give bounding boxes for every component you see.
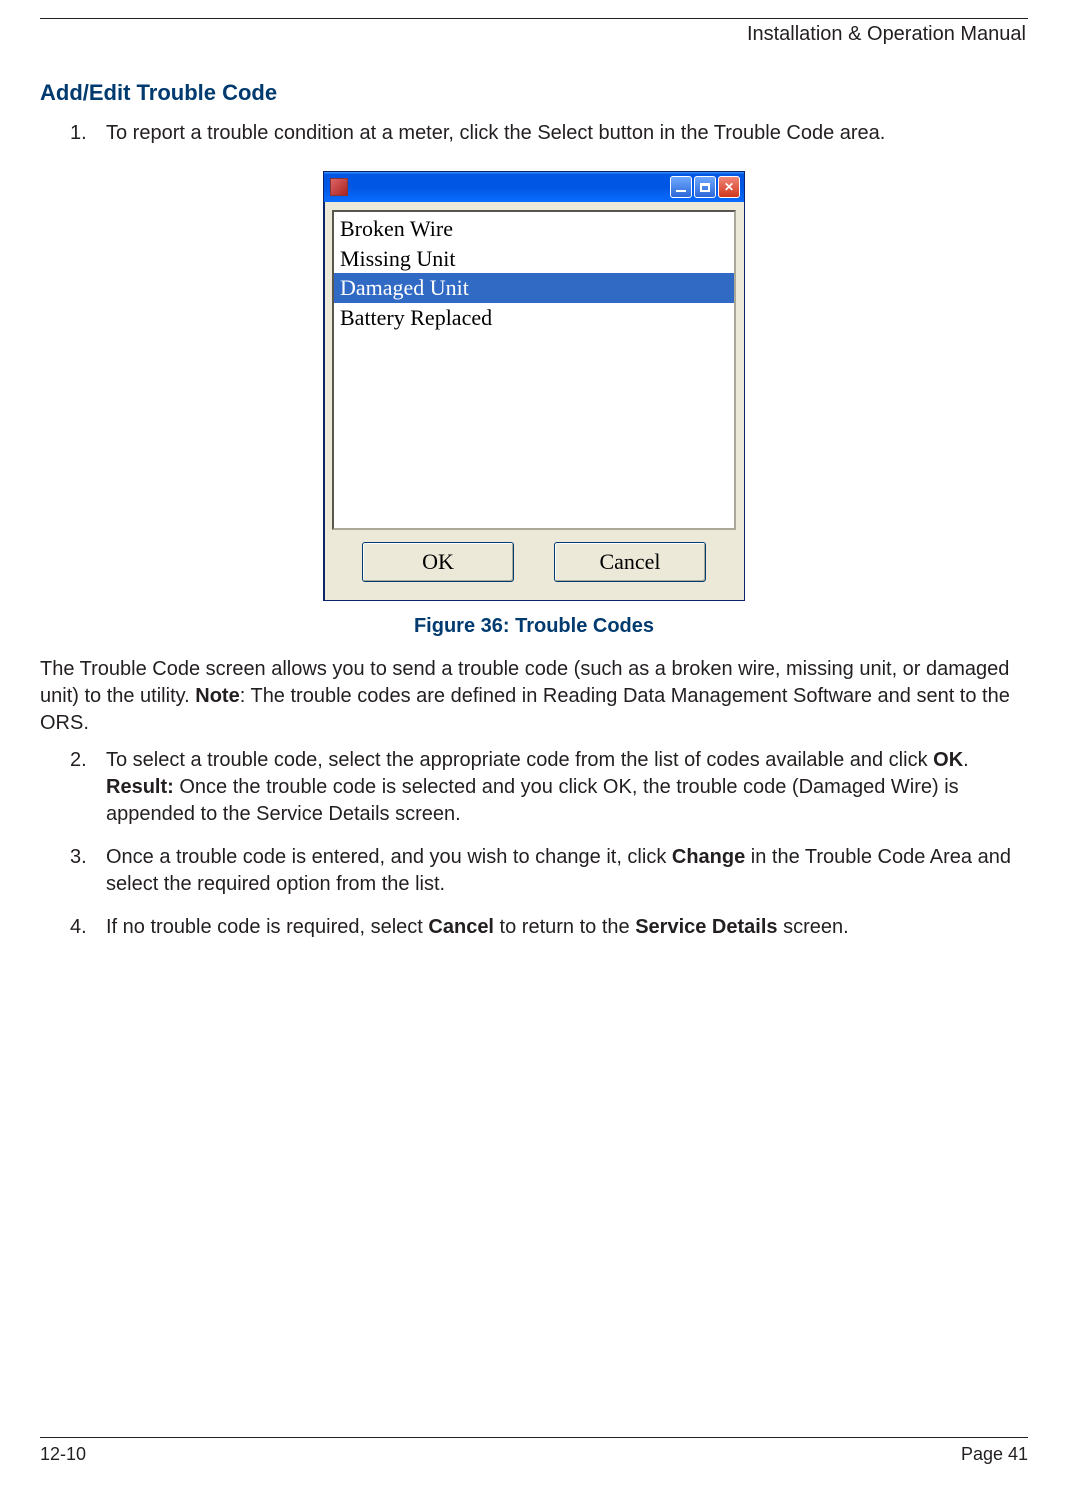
figure-caption: Figure 36: Trouble Codes [40, 615, 1028, 638]
list-item[interactable]: Broken Wire [334, 214, 734, 244]
trouble-code-listbox[interactable]: Broken Wire Missing Unit Damaged Unit Ba… [332, 210, 736, 530]
list-item: 2. To select a trouble code, select the … [70, 747, 1028, 828]
list-item: 1. To report a trouble condition at a me… [70, 120, 1028, 147]
footer-row: 12-10 Page 41 [40, 1444, 1028, 1465]
step-text: Once a trouble code is entered, and you … [106, 844, 1028, 898]
text: If no trouble code is required, select [106, 916, 428, 938]
maximize-button[interactable] [694, 176, 716, 198]
list-item: 4. If no trouble code is required, selec… [70, 914, 1028, 941]
dialog-button-row: OK Cancel [332, 530, 736, 592]
text: Once a trouble code is entered, and you … [106, 846, 672, 868]
cancel-ref: Cancel [428, 916, 494, 938]
list-item: 3. Once a trouble code is entered, and y… [70, 844, 1028, 898]
cancel-button[interactable]: Cancel [554, 542, 706, 582]
step-text: If no trouble code is required, select C… [106, 914, 1028, 941]
page-footer: 12-10 Page 41 [40, 1437, 1028, 1465]
ok-ref: OK [933, 749, 963, 771]
minimize-icon [676, 190, 686, 192]
result-label: Result: [106, 776, 174, 798]
result-text: Once the trouble code is selected and yo… [106, 776, 959, 825]
step-text: To select a trouble code, select the app… [106, 747, 1028, 828]
note-label: Note [195, 685, 239, 707]
text: to return to the [494, 916, 635, 938]
section-title: Add/Edit Trouble Code [40, 80, 1028, 106]
service-details-ref: Service Details [635, 916, 777, 938]
footer-rule [40, 1437, 1028, 1438]
list-item[interactable]: Battery Replaced [334, 303, 734, 333]
dialog-client-area: Broken Wire Missing Unit Damaged Unit Ba… [324, 202, 744, 600]
trouble-code-dialog: ✕ Broken Wire Missing Unit Damaged Unit … [323, 171, 745, 601]
text: To select a trouble code, select the app… [106, 749, 933, 771]
step-number: 4. [70, 914, 106, 941]
maximize-icon [700, 183, 710, 192]
dialog-titlebar[interactable]: ✕ [324, 172, 744, 202]
minimize-button[interactable] [670, 176, 692, 198]
change-ref: Change [672, 846, 745, 868]
footer-right: Page 41 [961, 1444, 1028, 1465]
step-list: 1. To report a trouble condition at a me… [70, 120, 1028, 147]
titlebar-left [330, 178, 348, 196]
app-icon [330, 178, 348, 196]
text: . [963, 749, 969, 771]
text: screen. [778, 916, 849, 938]
header-doc-title: Installation & Operation Manual [40, 19, 1028, 56]
window-controls: ✕ [670, 176, 740, 198]
step-number: 1. [70, 120, 106, 147]
figure-wrap: ✕ Broken Wire Missing Unit Damaged Unit … [40, 171, 1028, 601]
paragraph: The Trouble Code screen allows you to se… [40, 656, 1028, 737]
list-item[interactable]: Missing Unit [334, 244, 734, 274]
close-button[interactable]: ✕ [718, 176, 740, 198]
step-number: 2. [70, 747, 106, 828]
step-number: 3. [70, 844, 106, 898]
step-text: To report a trouble condition at a meter… [106, 120, 1028, 147]
document-page: Installation & Operation Manual Add/Edit… [0, 0, 1088, 1505]
ok-button[interactable]: OK [362, 542, 514, 582]
step-list: 2. To select a trouble code, select the … [70, 747, 1028, 941]
footer-left: 12-10 [40, 1444, 86, 1465]
close-icon: ✕ [724, 180, 734, 194]
list-item-selected[interactable]: Damaged Unit [334, 273, 734, 303]
